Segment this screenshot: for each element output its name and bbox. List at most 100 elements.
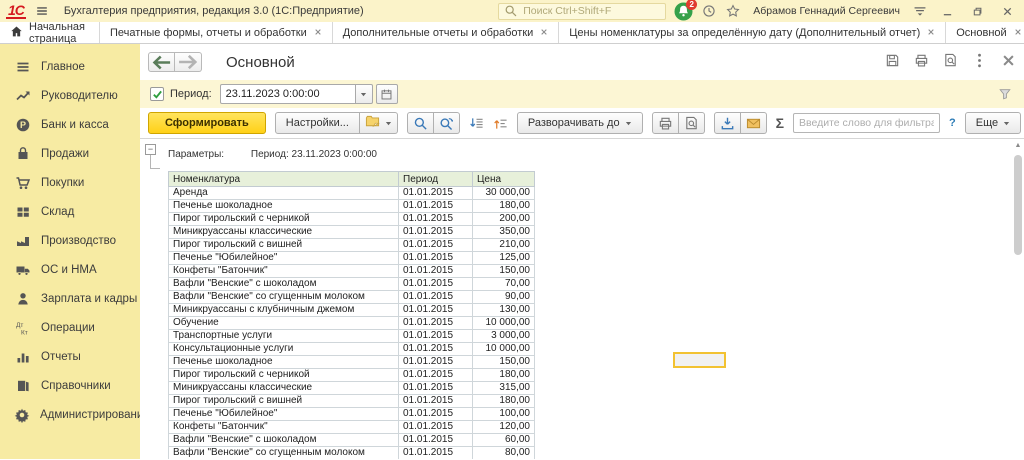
help-link[interactable]: ?	[949, 117, 956, 129]
cell-price[interactable]: 70,00	[473, 278, 535, 291]
table-row[interactable]: Печенье "Юбилейное"01.01.2015125,00	[169, 252, 535, 265]
period-input[interactable]	[220, 84, 356, 104]
table-row[interactable]: Печенье шоколадное01.01.2015150,00	[169, 356, 535, 369]
favorites-star-icon[interactable]	[725, 3, 741, 19]
settings-button[interactable]: Настройки...	[275, 112, 360, 134]
cell-period[interactable]: 01.01.2015	[399, 408, 473, 421]
sidebar-item-bank-cash[interactable]: РБанк и касса	[0, 110, 140, 139]
cell-price[interactable]: 315,00	[473, 382, 535, 395]
column-header[interactable]: Номенклатура	[169, 172, 399, 187]
cell-period[interactable]: 01.01.2015	[399, 330, 473, 343]
table-row[interactable]: Аренда01.01.201530 000,00	[169, 187, 535, 200]
table-row[interactable]: Конфеты "Батончик"01.01.2015120,00	[169, 421, 535, 434]
notifications-bell-icon[interactable]: 2	[674, 2, 693, 21]
close-form-icon[interactable]	[1001, 53, 1016, 71]
cell-period[interactable]: 01.01.2015	[399, 382, 473, 395]
user-name[interactable]: Абрамов Геннадий Сергеевич	[753, 5, 900, 17]
history-icon[interactable]	[701, 3, 717, 19]
cell-period[interactable]: 01.01.2015	[399, 239, 473, 252]
sum-sigma-icon[interactable]: Σ	[776, 115, 784, 131]
expand-groups-icon[interactable]	[493, 113, 508, 133]
print-icon[interactable]	[914, 53, 929, 71]
table-row[interactable]: Вафли "Венские" со сгущенным молоком01.0…	[169, 291, 535, 304]
service-menu-icon[interactable]	[912, 3, 928, 19]
sidebar-item-manager[interactable]: Руководителю	[0, 81, 140, 110]
cell-period[interactable]: 01.01.2015	[399, 304, 473, 317]
cell-period[interactable]: 01.01.2015	[399, 213, 473, 226]
table-row[interactable]: Вафли "Венские" с шоколадом01.01.201560,…	[169, 434, 535, 447]
tab-additional-reports[interactable]: Дополнительные отчеты и обработки	[333, 22, 560, 43]
cell-period[interactable]: 01.01.2015	[399, 369, 473, 382]
cell-price[interactable]: 10 000,00	[473, 317, 535, 330]
cell-period[interactable]: 01.01.2015	[399, 343, 473, 356]
cell-price[interactable]: 10 000,00	[473, 343, 535, 356]
cell-period[interactable]: 01.01.2015	[399, 434, 473, 447]
column-header[interactable]: Цена	[473, 172, 535, 187]
tab-nomenclature-prices[interactable]: Цены номенклатуры за определённую дату (…	[559, 22, 946, 43]
preview-button[interactable]	[679, 112, 705, 134]
cell-nomenclature[interactable]: Пирог тирольский с черникой	[169, 213, 399, 226]
cell-price[interactable]: 90,00	[473, 291, 535, 304]
cell-price[interactable]: 180,00	[473, 369, 535, 382]
cell-nomenclature[interactable]: Вафли "Венские" с шоколадом	[169, 434, 399, 447]
cell-nomenclature[interactable]: Миникруассаны с клубничным джемом	[169, 304, 399, 317]
period-dropdown-button[interactable]	[356, 84, 373, 104]
sidebar-item-production[interactable]: Производство	[0, 226, 140, 255]
cell-nomenclature[interactable]: Вафли "Венские" со сгущенным молоком	[169, 291, 399, 304]
cell-period[interactable]: 01.01.2015	[399, 447, 473, 460]
table-row[interactable]: Вафли "Венские" со сгущенным молоком01.0…	[169, 447, 535, 460]
column-header[interactable]: Период	[399, 172, 473, 187]
generate-button[interactable]: Сформировать	[148, 112, 266, 134]
cell-period[interactable]: 01.01.2015	[399, 265, 473, 278]
sidebar-item-operations[interactable]: ДтКтОперации	[0, 313, 140, 342]
cell-price[interactable]: 125,00	[473, 252, 535, 265]
find-button[interactable]	[407, 112, 434, 134]
table-row[interactable]: Конфеты "Батончик"01.01.2015150,00	[169, 265, 535, 278]
global-search-box[interactable]	[498, 3, 666, 20]
cell-price[interactable]: 120,00	[473, 421, 535, 434]
tab-close-icon[interactable]	[540, 27, 548, 39]
table-row[interactable]: Пирог тирольский с вишней01.01.2015180,0…	[169, 395, 535, 408]
more-menu-icon[interactable]	[972, 53, 987, 71]
cell-nomenclature[interactable]: Конфеты "Батончик"	[169, 421, 399, 434]
cell-price[interactable]: 200,00	[473, 213, 535, 226]
table-row[interactable]: Вафли "Венские" с шоколадом01.01.201570,…	[169, 278, 535, 291]
cell-price[interactable]: 180,00	[473, 200, 535, 213]
home-tab[interactable]: Начальная страница	[0, 22, 100, 43]
save-report-button[interactable]	[714, 112, 741, 134]
collapse-groups-icon[interactable]	[469, 113, 484, 133]
cell-nomenclature[interactable]: Пирог тирольский с вишней	[169, 239, 399, 252]
collapse-parameters-button[interactable]: −	[145, 144, 156, 155]
cell-nomenclature[interactable]: Конфеты "Батончик"	[169, 265, 399, 278]
table-row[interactable]: Печенье шоколадное01.01.2015180,00	[169, 200, 535, 213]
sidebar-item-salary-hr[interactable]: Зарплата и кадры	[0, 284, 140, 313]
main-menu-hamburger-icon[interactable]	[34, 3, 50, 19]
cell-nomenclature[interactable]: Печенье "Юбилейное"	[169, 408, 399, 421]
cell-period[interactable]: 01.01.2015	[399, 317, 473, 330]
period-checkbox[interactable]	[150, 87, 164, 101]
global-search-input[interactable]	[523, 5, 661, 17]
print-button[interactable]	[652, 112, 679, 134]
cell-price[interactable]: 80,00	[473, 447, 535, 460]
table-row[interactable]: Пирог тирольский с черникой01.01.2015180…	[169, 369, 535, 382]
table-row[interactable]: Пирог тирольский с черникой01.01.2015200…	[169, 213, 535, 226]
cell-period[interactable]: 01.01.2015	[399, 226, 473, 239]
save-icon[interactable]	[885, 53, 900, 71]
minimize-button[interactable]	[936, 2, 958, 20]
cell-price[interactable]: 210,00	[473, 239, 535, 252]
tab-close-icon[interactable]	[314, 27, 322, 39]
cell-nomenclature[interactable]: Миникруассаны классические	[169, 226, 399, 239]
tab-close-icon[interactable]	[927, 27, 935, 39]
cell-price[interactable]: 180,00	[473, 395, 535, 408]
cell-nomenclature[interactable]: Миникруассаны классические	[169, 382, 399, 395]
tab-close-icon[interactable]	[1014, 27, 1022, 39]
back-button[interactable]	[148, 52, 175, 72]
report-variants-button[interactable]	[360, 112, 398, 134]
report-scrollbar[interactable]: ▲	[1013, 141, 1023, 457]
cell-nomenclature[interactable]: Пирог тирольский с черникой	[169, 369, 399, 382]
sidebar-item-sales[interactable]: Продажи	[0, 139, 140, 168]
cell-nomenclature[interactable]: Печенье "Юбилейное"	[169, 252, 399, 265]
table-row[interactable]: Обучение01.01.201510 000,00	[169, 317, 535, 330]
table-row[interactable]: Миникруассаны с клубничным джемом01.01.2…	[169, 304, 535, 317]
cell-nomenclature[interactable]: Вафли "Венские" со сгущенным молоком	[169, 447, 399, 460]
